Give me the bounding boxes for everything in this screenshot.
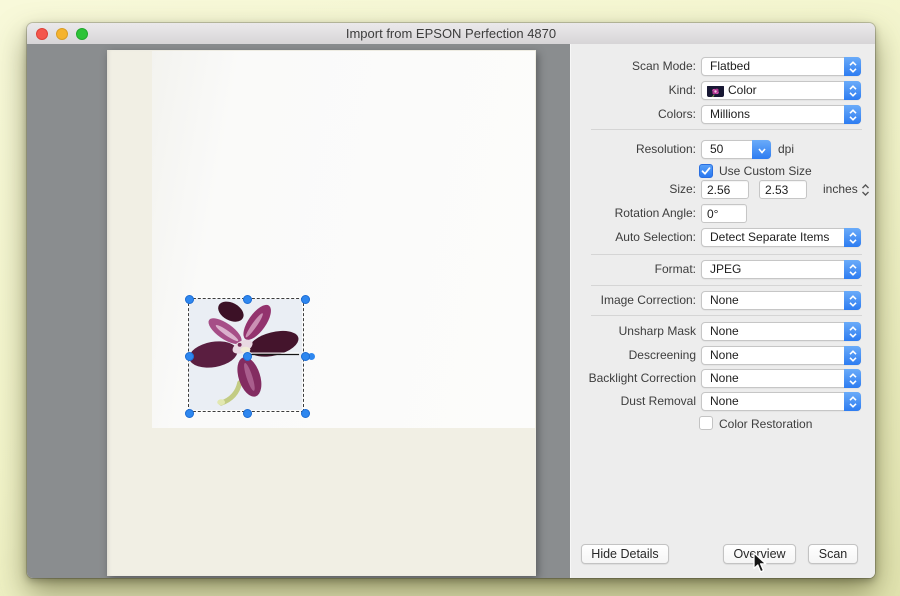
row-rotation-angle: Rotation Angle:	[571, 204, 875, 223]
selection-handle-bottom-right[interactable]	[301, 409, 310, 418]
separator	[591, 254, 862, 255]
kind-label: Kind:	[571, 81, 696, 100]
color-restoration-checkbox[interactable]	[699, 416, 713, 430]
minimize-button[interactable]	[56, 28, 68, 40]
size-height-field[interactable]	[759, 180, 807, 199]
image-correction-popup[interactable]: None	[701, 291, 861, 310]
row-use-custom-size: Use Custom Size	[571, 162, 875, 181]
separator	[591, 315, 862, 316]
popup-updown-icon	[844, 260, 861, 279]
scanned-page-preview[interactable]	[107, 50, 536, 576]
use-custom-size-checkbox[interactable]	[699, 164, 713, 178]
dust-removal-popup[interactable]: None	[701, 392, 861, 411]
descreening-popup[interactable]: None	[701, 346, 861, 365]
popup-updown-icon	[844, 346, 861, 365]
size-units-label: inches	[823, 180, 858, 199]
colors-popup[interactable]: Millions	[701, 105, 861, 124]
scan-preview-pane	[27, 44, 570, 578]
backlight-correction-popup[interactable]: None	[701, 369, 861, 388]
traffic-lights	[36, 28, 88, 40]
popup-updown-icon	[844, 81, 861, 100]
popup-updown-icon	[844, 105, 861, 124]
unsharp-mask-label: Unsharp Mask	[571, 322, 696, 341]
row-format: Format: JPEG	[571, 260, 875, 279]
window-title: Import from EPSON Perfection 4870	[27, 23, 875, 44]
format-popup[interactable]: JPEG	[701, 260, 861, 279]
popup-updown-icon	[844, 369, 861, 388]
auto-selection-popup[interactable]: Detect Separate Items	[701, 228, 861, 247]
popup-updown-icon	[844, 392, 861, 411]
selection-marquee[interactable]	[188, 298, 304, 412]
image-correction-label: Image Correction:	[571, 291, 696, 310]
row-size: Size: inches	[571, 180, 875, 199]
import-window: Import from EPSON Perfection 4870	[27, 23, 875, 578]
kind-popup[interactable]: Color	[701, 81, 861, 100]
row-dust-removal: Dust Removal None	[571, 392, 875, 411]
selection-handle-top-left[interactable]	[185, 295, 194, 304]
auto-selection-label: Auto Selection:	[571, 228, 696, 247]
format-label: Format:	[571, 260, 696, 279]
selection-handle-center[interactable]	[243, 352, 252, 361]
row-color-restoration: Color Restoration	[571, 414, 875, 433]
selection-handle-mid-right[interactable]	[301, 352, 310, 361]
hide-details-button[interactable]: Hide Details	[581, 544, 669, 564]
unsharp-mask-popup[interactable]: None	[701, 322, 861, 341]
row-scan-mode: Scan Mode: Flatbed	[571, 57, 875, 76]
popup-updown-icon	[844, 291, 861, 310]
close-button[interactable]	[36, 28, 48, 40]
row-kind: Kind: Color	[571, 81, 875, 100]
color-photo-thumbnail-icon	[707, 85, 724, 97]
use-custom-size-label: Use Custom Size	[719, 164, 812, 178]
settings-panel: Scan Mode: Flatbed Kind: Color	[570, 44, 875, 578]
popup-updown-icon	[844, 57, 861, 76]
rotation-angle-field[interactable]	[701, 204, 747, 223]
selection-handle-top-mid[interactable]	[243, 295, 252, 304]
selection-handle-mid-left[interactable]	[185, 352, 194, 361]
row-resolution: Resolution: 50 dpi	[571, 140, 875, 159]
separator	[591, 285, 862, 286]
popup-updown-icon	[844, 228, 861, 247]
scan-mode-label: Scan Mode:	[571, 57, 696, 76]
size-width-field[interactable]	[701, 180, 749, 199]
combo-dropdown-icon	[752, 140, 771, 159]
desktop: Import from EPSON Perfection 4870	[0, 0, 900, 596]
row-backlight-correction: Backlight Correction None	[571, 369, 875, 388]
colors-label: Colors:	[571, 105, 696, 124]
selection-handle-bottom-mid[interactable]	[243, 409, 252, 418]
row-image-correction: Image Correction: None	[571, 291, 875, 310]
row-auto-selection: Auto Selection: Detect Separate Items	[571, 228, 875, 247]
size-label: Size:	[571, 180, 696, 199]
titlebar[interactable]: Import from EPSON Perfection 4870	[27, 23, 875, 45]
resolution-label: Resolution:	[571, 140, 696, 159]
descreening-label: Descreening	[571, 346, 696, 365]
rotation-angle-label: Rotation Angle:	[571, 204, 696, 223]
mouse-cursor	[752, 552, 768, 574]
resolution-combo[interactable]: 50	[701, 140, 771, 159]
selection-handle-top-right[interactable]	[301, 295, 310, 304]
popup-updown-icon	[844, 322, 861, 341]
dust-removal-label: Dust Removal	[571, 392, 696, 411]
selection-handle-bottom-left[interactable]	[185, 409, 194, 418]
row-colors: Colors: Millions	[571, 105, 875, 124]
scan-mode-popup[interactable]: Flatbed	[701, 57, 861, 76]
color-restoration-label: Color Restoration	[719, 417, 812, 431]
row-unsharp-mask: Unsharp Mask None	[571, 322, 875, 341]
separator	[591, 129, 862, 130]
fullscreen-button[interactable]	[76, 28, 88, 40]
row-descreening: Descreening None	[571, 346, 875, 365]
scan-button[interactable]: Scan	[808, 544, 858, 564]
backlight-correction-label: Backlight Correction	[571, 369, 696, 388]
units-stepper-icon[interactable]	[861, 183, 870, 202]
dpi-label: dpi	[778, 140, 794, 159]
